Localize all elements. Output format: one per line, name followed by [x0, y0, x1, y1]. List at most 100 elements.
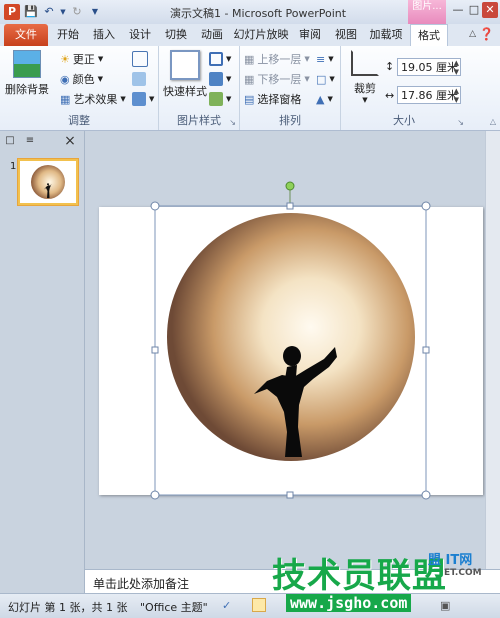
- tab-home[interactable]: 开始: [52, 24, 84, 46]
- tab-format[interactable]: 格式: [410, 24, 448, 47]
- width-spinner-icon[interactable]: ▲ ▼: [454, 87, 459, 105]
- resize-handle-right[interactable]: [422, 346, 430, 354]
- fit-slide-icon[interactable]: ▣: [440, 599, 450, 612]
- picture-tools-context-title: 图片...: [408, 0, 446, 24]
- watermark-partial: ET.COM: [444, 568, 482, 578]
- artistic-effects-icon: ▦: [60, 92, 71, 106]
- resize-handle-top[interactable]: [286, 202, 294, 210]
- watermark-logo-text: 技术员联盟: [272, 556, 447, 596]
- normal-view-icon[interactable]: [252, 598, 266, 612]
- selection-pane-icon: ▤: [244, 92, 255, 106]
- help-icon[interactable]: ❓: [479, 27, 494, 41]
- watermark-url: www.jsgho.com: [286, 594, 412, 612]
- change-picture-icon[interactable]: [132, 70, 146, 88]
- remove-background-icon: [13, 50, 41, 78]
- close-panel-icon[interactable]: ×: [60, 133, 80, 149]
- resize-handle-bottom[interactable]: [286, 491, 294, 499]
- selection-frame: [150, 181, 431, 500]
- tab-transitions[interactable]: 切换: [160, 24, 192, 46]
- title-bar: P 💾 ↶ ▼ ↻ ▼ 演示文稿1 - Microsoft PowerPoint…: [0, 0, 500, 25]
- watermark-partial-top: 盟 IT网: [428, 553, 473, 568]
- artistic-effects-button[interactable]: ▦ 艺术效果 ▼: [60, 90, 126, 108]
- rotation-handle[interactable]: [285, 181, 295, 191]
- undo-icon[interactable]: ↶: [42, 4, 56, 20]
- group-objects-icon[interactable]: □ ▼: [316, 70, 335, 88]
- vertical-scrollbar[interactable]: [485, 131, 500, 569]
- customize-qat-icon[interactable]: ▼: [88, 4, 102, 20]
- slide-editing-area[interactable]: [85, 131, 500, 569]
- send-backward-button[interactable]: ▦ 下移一层 ▼: [244, 70, 310, 88]
- quick-styles-button[interactable]: 快速样式: [161, 50, 209, 99]
- slide-thumbnail[interactable]: [18, 159, 78, 205]
- picture-layout-icon[interactable]: ▼: [209, 90, 231, 108]
- shape-width-icon: ↔: [385, 89, 395, 102]
- save-icon[interactable]: 💾: [24, 4, 38, 20]
- resize-handle-left[interactable]: [151, 346, 159, 354]
- tab-insert[interactable]: 插入: [88, 24, 120, 46]
- crop-button[interactable]: 裁剪 ▼: [345, 50, 385, 104]
- picture-effects-icon[interactable]: ▼: [209, 70, 231, 88]
- notes-placeholder: 单击此处添加备注: [93, 577, 190, 591]
- tab-file[interactable]: 文件: [4, 24, 48, 46]
- tab-design[interactable]: 设计: [124, 24, 156, 46]
- tab-animations[interactable]: 动画: [196, 24, 228, 46]
- corrections-button[interactable]: ☀ 更正 ▼: [60, 50, 103, 68]
- powerpoint-app-icon[interactable]: P: [4, 4, 20, 20]
- tab-addins[interactable]: 加载项: [366, 24, 406, 46]
- bring-forward-button[interactable]: ▦ 上移一层 ▼: [244, 50, 310, 68]
- selection-pane-button[interactable]: ▤ 选择窗格: [244, 90, 301, 108]
- group-label-adjust: 调整: [68, 114, 90, 127]
- align-icon[interactable]: ≡ ▼: [316, 50, 334, 68]
- thumbnail-image: [31, 165, 65, 199]
- slide-number: 1: [10, 161, 17, 172]
- window-controls: — □ ✕: [450, 2, 498, 18]
- tab-review[interactable]: 审阅: [294, 24, 326, 46]
- group-label-size: 大小: [393, 114, 415, 127]
- minimize-icon[interactable]: —: [450, 2, 466, 18]
- close-icon[interactable]: ✕: [482, 2, 498, 18]
- ribbon-minimize-icon[interactable]: △: [490, 117, 496, 126]
- slides-tab-icon[interactable]: □: [0, 133, 20, 149]
- resize-handle-top-left[interactable]: [150, 201, 160, 211]
- group-arrange: ▦ 上移一层 ▼ ▦ 下移一层 ▼ ▤ 选择窗格 ≡ ▼ □ ▼ ▲ ▼ 排列: [240, 46, 341, 130]
- ribbon: 删除背景 ☀ 更正 ▼ ◉ 颜色 ▼ ▦ 艺术效果 ▼ ▼ 调整 快速样式 ▼ ▼ ▼…: [0, 46, 500, 131]
- ribbon-collapse-icon[interactable]: △: [469, 29, 476, 39]
- slides-panel: □ ≡ × 1: [0, 131, 85, 593]
- crop-icon: [351, 50, 379, 76]
- picture-border-icon[interactable]: ▼: [209, 50, 231, 68]
- resize-handle-bottom-left[interactable]: [150, 490, 160, 500]
- resize-handle-bottom-right[interactable]: [421, 490, 431, 500]
- corrections-icon: ☀: [60, 52, 70, 66]
- remove-background-button[interactable]: 删除背景: [4, 50, 50, 97]
- redo-icon[interactable]: ↻: [70, 4, 84, 20]
- bring-forward-icon: ▦: [244, 52, 255, 66]
- shape-width-input[interactable]: 17.86 厘米 ▲ ▼: [397, 86, 461, 104]
- group-picture-styles: 快速样式 ▼ ▼ ▼ 图片样式 ↘: [159, 46, 240, 130]
- slides-panel-tabs: □ ≡ ×: [0, 133, 84, 151]
- shape-height-input[interactable]: 19.05 厘米 ▲ ▼: [397, 58, 461, 76]
- height-spinner-icon[interactable]: ▲ ▼: [454, 59, 459, 77]
- compress-pictures-icon[interactable]: [132, 50, 148, 68]
- color-button[interactable]: ◉ 颜色 ▼: [60, 70, 103, 88]
- tab-slideshow[interactable]: 幻灯片放映: [232, 24, 290, 46]
- quick-styles-icon: [170, 50, 200, 80]
- size-launcher-icon[interactable]: ↘: [457, 118, 464, 127]
- rotate-icon[interactable]: ▲ ▼: [316, 90, 333, 108]
- send-backward-icon: ▦: [244, 72, 255, 86]
- group-size: 裁剪 ▼ ↕ 19.05 厘米 ▲ ▼ ↔ 17.86 厘米 ▲ ▼ 大小 ↘: [341, 46, 467, 130]
- resize-handle-top-right[interactable]: [421, 201, 431, 211]
- group-adjust: 删除背景 ☀ 更正 ▼ ◉ 颜色 ▼ ▦ 艺术效果 ▼ ▼ 调整: [0, 46, 159, 130]
- theme-status: "Office 主题": [140, 601, 208, 614]
- group-label-arrange: 排列: [279, 114, 301, 127]
- ribbon-tabs: 文件 开始 插入 设计 切换 动画 幻灯片放映 审阅 视图 加载项 格式 △ ❓: [0, 24, 500, 47]
- tab-view[interactable]: 视图: [330, 24, 362, 46]
- shape-height-icon: ↕: [385, 60, 395, 73]
- reset-picture-icon[interactable]: ▼: [132, 90, 154, 108]
- undo-dropdown-icon[interactable]: ▼: [60, 4, 66, 20]
- spell-check-icon[interactable]: ✓: [222, 599, 231, 612]
- picture-styles-launcher-icon[interactable]: ↘: [229, 118, 236, 127]
- quick-access-toolbar: 💾 ↶ ▼ ↻ ▼: [24, 4, 102, 20]
- window-title: 演示文稿1 - Microsoft PowerPoint: [170, 7, 347, 20]
- outline-tab-icon[interactable]: ≡: [20, 133, 40, 149]
- maximize-icon[interactable]: □: [466, 2, 482, 18]
